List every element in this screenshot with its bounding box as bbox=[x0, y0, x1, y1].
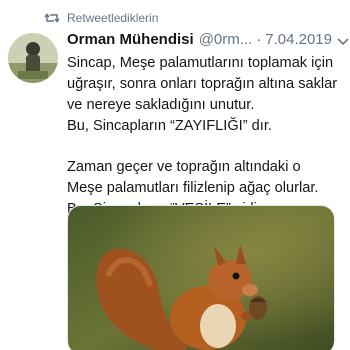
tweet-line: ve nereye sakladığını unutur. bbox=[67, 97, 255, 113]
tweet-text: Sincap, Meşe palamutlarını toplamak için… bbox=[67, 53, 347, 220]
tweet-line: Bu, Sincapların “ZAYIFLIĞI” dır. bbox=[67, 118, 272, 134]
tweet-line: Meşe palamutları filizlenip ağaç olurlar… bbox=[67, 180, 319, 196]
tweet-date[interactable]: 7.04.2019 bbox=[265, 31, 332, 49]
retweet-icon bbox=[44, 12, 60, 24]
chevron-down-icon[interactable] bbox=[337, 33, 349, 46]
tweet-line: uğraşır, sonra onları toprağın altına sa… bbox=[67, 76, 338, 92]
paragraph-break bbox=[67, 137, 347, 157]
tweet-line: Zaman geçer ve toprağın altındaki o bbox=[67, 159, 301, 175]
retweet-indicator: Retweetlediklerin bbox=[44, 11, 158, 25]
avatar[interactable] bbox=[8, 33, 58, 83]
tweet-line: Sincap, Meşe palamutlarını toplamak için bbox=[67, 55, 334, 71]
retweet-label[interactable]: Retweetlediklerin bbox=[67, 11, 158, 25]
separator-dot: · bbox=[256, 31, 262, 48]
tweet-body: Orman Mühendisi @0rm... · 7.04.2019 Sinc… bbox=[67, 31, 349, 220]
user-handle[interactable]: @0rm... bbox=[199, 31, 253, 49]
display-name[interactable]: Orman Mühendisi bbox=[67, 31, 194, 49]
squirrel-photo[interactable] bbox=[67, 205, 335, 350]
tweet-header: Orman Mühendisi @0rm... · 7.04.2019 bbox=[67, 31, 347, 49]
